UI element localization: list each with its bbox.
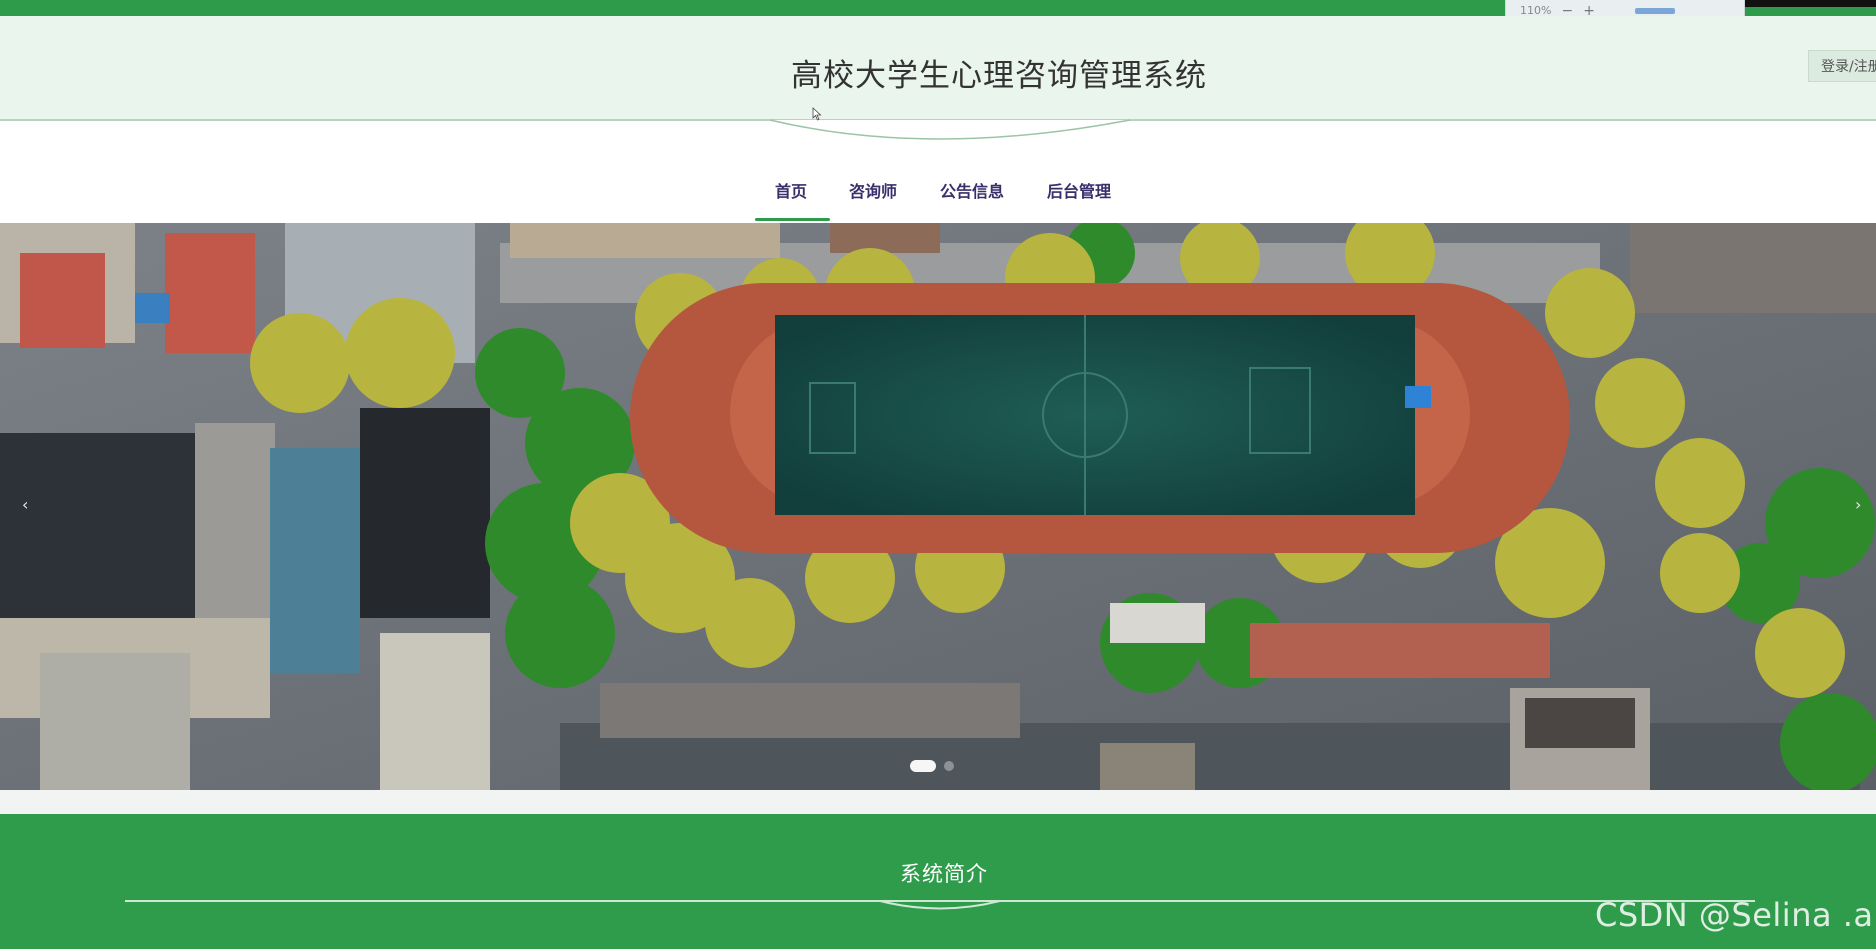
banner-carousel[interactable]: ‹ › — [0, 223, 1876, 790]
csdn-watermark: CSDN @Selina .a — [1595, 896, 1874, 934]
nav-item-admin[interactable]: 后台管理 — [1047, 178, 1111, 202]
carousel-next-icon[interactable]: › — [1855, 495, 1861, 514]
carousel-dot[interactable] — [944, 761, 954, 771]
main-nav: 首页 咨询师 公告信息 后台管理 — [0, 170, 1876, 221]
nav-item-home[interactable]: 首页 — [775, 178, 807, 202]
zoom-reset-button[interactable] — [1634, 7, 1675, 14]
carousel-dots — [910, 760, 954, 772]
carousel-dot-active[interactable] — [910, 760, 936, 772]
nav-item-announcements[interactable]: 公告信息 — [940, 178, 1004, 202]
nav-active-indicator — [755, 218, 830, 221]
mouse-cursor-icon — [812, 107, 822, 121]
section-spacer — [0, 790, 1876, 814]
intro-divider-curve — [880, 900, 1000, 910]
nav-item-counselors[interactable]: 咨询师 — [849, 178, 897, 202]
banner-image — [0, 223, 1876, 790]
header-divider — [0, 119, 1876, 121]
carousel-prev-icon[interactable]: ‹ — [22, 495, 28, 514]
site-title: 高校大学生心理咨询管理系统 — [791, 58, 1207, 94]
login-register-button[interactable]: 登录/注册 — [1808, 50, 1876, 82]
intro-title: 系统简介 — [900, 862, 988, 886]
window-edge — [1745, 0, 1876, 7]
